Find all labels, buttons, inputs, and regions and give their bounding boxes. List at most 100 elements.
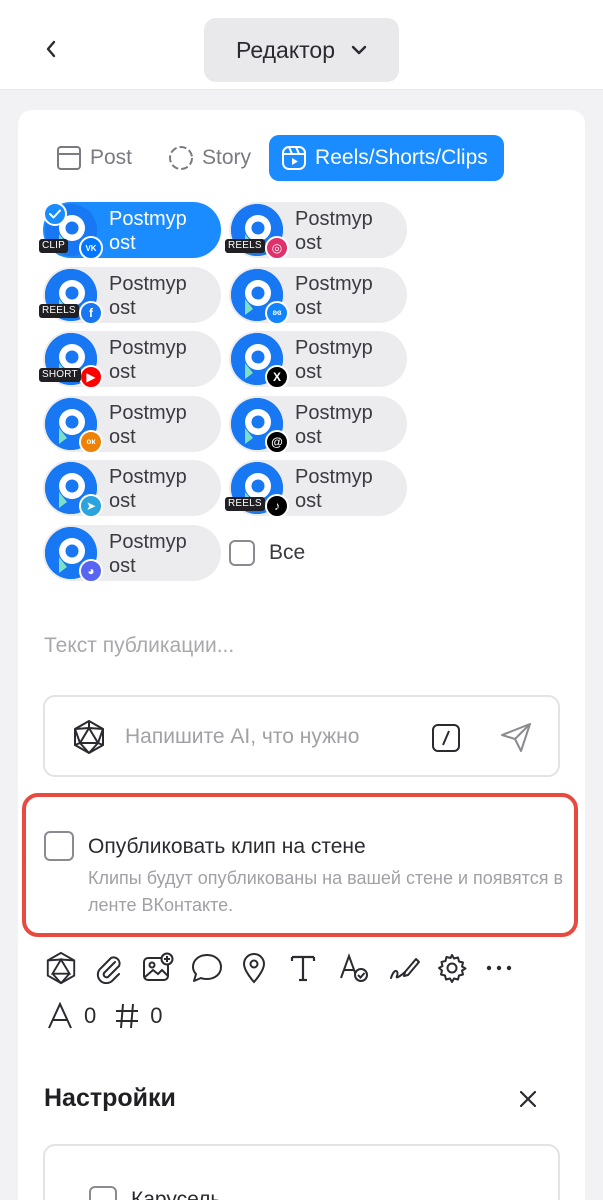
text-format-button[interactable] [289, 950, 338, 986]
comment-button[interactable] [191, 950, 240, 986]
account-name-line1: Postmyp [109, 401, 187, 424]
content-type-tabs: Post Story Reels/Shorts/Clips [38, 135, 504, 181]
account-chip[interactable]: Postmyp ost f REELS [39, 266, 221, 325]
signature-pen-icon [390, 958, 420, 979]
location-button[interactable] [240, 950, 289, 986]
ai-tool-button[interactable] [44, 950, 93, 986]
publish-clip-on-wall-option: Опубликовать клип на стене Клипы будут о… [22, 793, 578, 937]
account-chip[interactable]: Postmyp ost ◎ REELS [225, 202, 407, 260]
letter-a-icon [48, 1002, 72, 1029]
account-name-line1: Postmyp [295, 208, 373, 230]
account-name: Postmyp ost [109, 401, 187, 449]
publish-clip-checkbox[interactable] [44, 831, 74, 861]
map-pin-icon [242, 953, 266, 984]
chevron-left-icon [46, 40, 56, 58]
publish-clip-title: Опубликовать клип на стене [88, 835, 366, 858]
account-name: Postmyp ost [295, 401, 373, 449]
signature-button[interactable] [387, 950, 436, 986]
char-count: 0 [84, 1003, 97, 1028]
attach-button[interactable] [93, 950, 142, 986]
youtube-icon: ▶ [79, 365, 103, 389]
spellcheck-button[interactable] [338, 950, 387, 986]
check-icon [43, 202, 67, 226]
vk-icon: VK [79, 236, 103, 260]
image-add-icon [143, 952, 174, 981]
account-name: Postmyp ost [295, 207, 373, 255]
account-name-line1: Postmyp [109, 208, 187, 230]
account-name: Postmyp ost [295, 336, 373, 384]
counters: 0 0 [46, 1002, 163, 1030]
hashtag-counter: 0 [114, 1002, 163, 1030]
account-chip[interactable]: Postmyp ost ʚɞ [229, 266, 407, 325]
account-chip[interactable]: Postmyp ost ◕ [43, 524, 221, 583]
carousel-checkbox[interactable]: Карусель [89, 1186, 221, 1200]
threads-icon: @ [265, 429, 289, 454]
account-chip[interactable]: Postmyp ost X [229, 331, 407, 389]
account-name-line2: ost [109, 296, 136, 319]
account-name-line1: Postmyp [295, 466, 373, 488]
account-name-line2: ost [109, 554, 136, 577]
tab-story-label: Story [202, 146, 252, 169]
add-media-button[interactable] [142, 950, 191, 986]
settings-title: Настройки [44, 1084, 176, 1112]
account-name: Postmyp ost [295, 272, 373, 320]
format-badge: SHORT [39, 368, 81, 382]
text-t-icon [290, 955, 316, 982]
discord-icon: ◕ [79, 558, 103, 583]
format-badge: REELS [225, 497, 265, 511]
account-chip[interactable]: Postmyp ost ▶ SHORT [39, 331, 221, 389]
account-name-line2: ost [109, 361, 136, 383]
account-name-line2: ost [295, 296, 322, 319]
speech-bubble-icon [192, 954, 222, 982]
odnoklassniki-icon: ок [79, 429, 103, 454]
account-name: Postmyp ost [295, 465, 373, 513]
account-name-line1: Postmyp [109, 466, 187, 488]
account-name-line2: ost [295, 361, 322, 383]
ai-prompt-input[interactable]: Напишите AI, что нужно [43, 695, 560, 777]
settings-panel: Карусель [43, 1144, 560, 1200]
settings-close-button[interactable] [514, 1085, 542, 1118]
tab-story[interactable]: Story [150, 135, 269, 181]
account-chip[interactable]: Postmyp ost VK CLIP [39, 202, 221, 260]
checkbox-box [229, 540, 255, 566]
hashtag-icon [116, 1003, 139, 1029]
settings-button[interactable] [436, 950, 485, 986]
account-name-line1: Postmyp [295, 337, 373, 359]
account-name-line2: ost [109, 490, 136, 512]
account-name: Postmyp ost [109, 336, 187, 384]
post-text-input[interactable]: Текст публикации... [44, 634, 234, 658]
editor-toolbar [44, 950, 534, 986]
select-all-checkbox[interactable]: Все [229, 540, 305, 566]
account-name: Postmyp ost [109, 207, 187, 255]
gear-icon [438, 954, 467, 983]
send-icon[interactable] [499, 721, 533, 758]
account-name-line1: Postmyp [109, 272, 187, 295]
tab-post[interactable]: Post [38, 135, 150, 181]
tab-reels[interactable]: Reels/Shorts/Clips [269, 135, 504, 181]
account-name-line1: Postmyp [109, 337, 187, 359]
account-chip[interactable]: Postmyp ost @ [229, 395, 407, 454]
tab-reels-label: Reels/Shorts/Clips [315, 146, 488, 169]
facebook-icon: f [79, 300, 103, 325]
checkbox-box [89, 1186, 117, 1200]
account-name-line1: Postmyp [295, 272, 373, 295]
instagram-icon: ◎ [265, 236, 289, 260]
account-name: Postmyp ost [109, 465, 187, 513]
back-button[interactable] [36, 34, 66, 64]
more-button[interactable] [485, 950, 534, 986]
account-chip[interactable]: Postmyp ost ♪ REELS [225, 460, 407, 518]
post-square-icon [56, 145, 82, 171]
account-name-line2: ost [109, 425, 136, 448]
editor-mode-dropdown[interactable]: Редактор [204, 18, 399, 82]
account-name: Postmyp ost [109, 272, 187, 320]
account-chip[interactable]: Postmyp ost ➤ [43, 460, 221, 518]
top-bar: Редактор [0, 0, 603, 90]
slash-command-icon[interactable] [431, 723, 461, 758]
tiktok-icon: ♪ [265, 494, 289, 518]
format-badge: REELS [39, 303, 79, 318]
carousel-label: Карусель [131, 1188, 222, 1200]
account-name-line2: ost [295, 425, 322, 448]
account-name-line1: Postmyp [109, 530, 187, 553]
account-chip[interactable]: Postmyp ost ок [43, 395, 221, 454]
ai-prompt-placeholder: Напишите AI, что нужно [125, 725, 360, 748]
